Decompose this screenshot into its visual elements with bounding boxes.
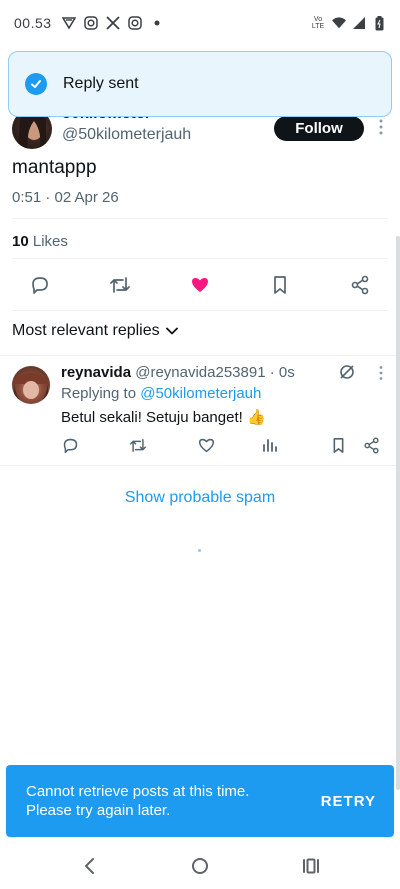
volte-label: Vo LTE: [311, 16, 325, 30]
home-icon[interactable]: [189, 855, 211, 877]
status-right-icons: Vo LTE: [310, 15, 386, 30]
divider: [12, 310, 388, 311]
follow-button[interactable]: Follow: [274, 116, 364, 141]
check-circle-icon: [25, 73, 47, 95]
divider: [0, 465, 400, 466]
status-bar: 00.53 Vo LTE: [0, 0, 400, 46]
battery-icon: [372, 15, 386, 30]
reply-text: Betul sekali! Setuju banget! 👍: [61, 409, 266, 426]
repost-icon[interactable]: [108, 273, 132, 297]
show-probable-spam-link[interactable]: Show probable spam: [0, 489, 400, 507]
likes-label: Likes: [32, 233, 68, 250]
scrollbar[interactable]: [396, 236, 400, 790]
loading-indicator: [198, 549, 201, 552]
toast-message: Reply sent: [63, 75, 139, 92]
post-text: mantappp: [12, 157, 97, 178]
reply-time: · 0s: [269, 364, 295, 381]
reply-author-line: reynavida @reynavida253891 · 0s: [61, 364, 295, 381]
post-action-bar: [0, 270, 400, 300]
instagram-icon: [127, 16, 142, 30]
status-time: 00.53: [14, 15, 52, 31]
likes-count[interactable]: 10 Likes: [12, 233, 68, 250]
bookmark-icon[interactable]: [268, 273, 292, 297]
error-snackbar: Cannot retrieve posts at this time. Plea…: [6, 765, 394, 837]
reply-more-options-icon[interactable]: [376, 364, 386, 382]
replying-to-prefix: Replying to: [61, 385, 137, 402]
notification-dot-icon: [150, 16, 164, 30]
reply-icon[interactable]: [28, 273, 52, 297]
signal-icon: [352, 16, 366, 30]
reply-handle[interactable]: @reynavida253891: [135, 364, 265, 381]
chevron-down-icon: [165, 322, 178, 340]
snackbar-message: Cannot retrieve posts at this time. Plea…: [26, 782, 249, 820]
reply-author-avatar[interactable]: [12, 366, 50, 404]
views-icon[interactable]: [261, 436, 279, 454]
divider: [12, 218, 388, 219]
reply-action-bar: [0, 436, 400, 458]
retry-button[interactable]: RETRY: [321, 793, 376, 810]
replies-sort-dropdown[interactable]: Most relevant replies: [12, 322, 178, 340]
repost-icon[interactable]: [129, 436, 147, 454]
divider: [12, 258, 388, 259]
system-nav-bar: [0, 843, 400, 889]
x-logo-icon: [105, 16, 120, 30]
snackbar-message-line2: Please try again later.: [26, 802, 171, 819]
replying-to-mention[interactable]: @50kilometerjauh: [140, 385, 261, 402]
share-icon[interactable]: [362, 436, 380, 454]
reply-display-name[interactable]: reynavida: [61, 364, 131, 381]
vpn-icon: [61, 16, 76, 30]
wifi-icon: [332, 16, 346, 30]
reply-icon[interactable]: [61, 436, 79, 454]
snackbar-message-line1: Cannot retrieve posts at this time.: [26, 783, 250, 800]
status-left-icons: [61, 16, 164, 30]
recents-icon[interactable]: [300, 855, 322, 877]
likes-number: 10: [12, 233, 29, 250]
bookmark-icon[interactable]: [329, 436, 347, 454]
grok-icon[interactable]: [338, 363, 356, 381]
share-icon[interactable]: [348, 273, 372, 297]
post-timestamp: 0:51 · 02 Apr 26: [12, 189, 119, 206]
back-icon[interactable]: [78, 855, 100, 877]
replying-to-line: Replying to @50kilometerjauh: [61, 385, 261, 402]
instagram-icon: [83, 16, 98, 30]
replies-sort-label: Most relevant replies: [12, 322, 160, 339]
reply-item[interactable]: reynavida @reynavida253891 · 0s Replying…: [0, 356, 400, 464]
more-options-icon[interactable]: [376, 117, 386, 137]
like-icon[interactable]: [188, 273, 212, 297]
like-icon[interactable]: [197, 436, 215, 454]
author-handle[interactable]: @50kilometerjauh: [62, 126, 191, 144]
reply-sent-toast: Reply sent: [8, 51, 392, 117]
